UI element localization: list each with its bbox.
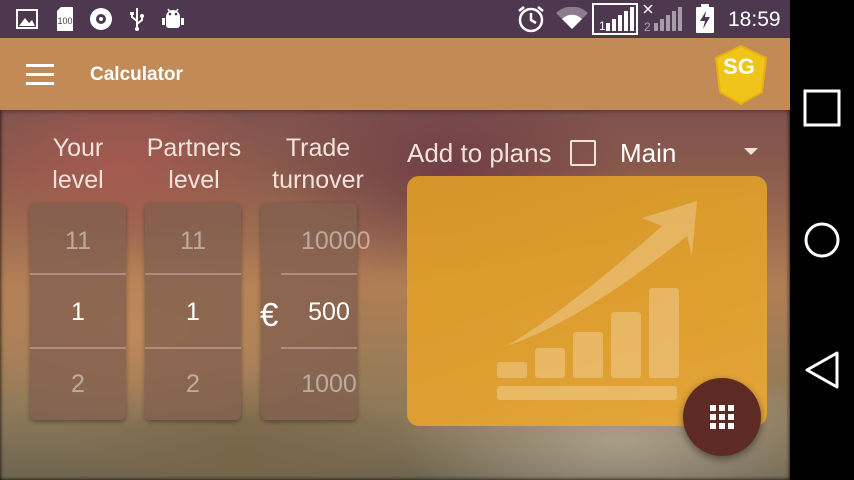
image-icon: [14, 7, 40, 31]
picker-divider: [281, 347, 357, 349]
trade-turnover-label: Trade turnover: [272, 134, 364, 194]
hamburger-icon: [26, 64, 54, 67]
partners-level-label: Partners level: [146, 134, 242, 194]
picker-prev-value[interactable]: 10000: [261, 227, 371, 256]
app-screen: 100 1 2 18:59 Calculator SG Your level P…: [0, 0, 790, 480]
storage-100-icon: 100: [52, 7, 78, 31]
plan-dropdown[interactable]: Main: [620, 138, 765, 170]
partners-level-picker[interactable]: 11 1 2: [145, 203, 241, 420]
picker-divider: [281, 273, 357, 275]
picker-selected-value[interactable]: 1: [145, 298, 241, 327]
usb-icon: [126, 7, 148, 31]
battery-charging-icon: [694, 4, 716, 34]
app-logo: SG: [714, 44, 768, 106]
sim1-signal-icon: 1: [592, 3, 638, 35]
menu-button[interactable]: [22, 60, 62, 90]
circle-icon: [804, 222, 840, 258]
status-bar: 100 1 2 18:59: [0, 0, 790, 38]
app-bar: Calculator SG: [0, 38, 790, 110]
growth-chart-icon: [497, 201, 697, 400]
android-debug-icon: [160, 7, 186, 31]
picker-divider: [30, 273, 126, 275]
dropdown-arrow-icon: [744, 148, 758, 155]
sim1-label: 1: [599, 19, 606, 33]
your-level-picker[interactable]: 11 1 2: [30, 203, 126, 420]
sim2-signal-icon: 2: [642, 3, 686, 35]
picker-selected-value[interactable]: 1: [30, 298, 126, 327]
keypad-grid-icon: [710, 405, 734, 429]
alarm-icon: [514, 6, 548, 33]
picker-next-value[interactable]: 2: [145, 370, 241, 399]
picker-divider: [30, 347, 126, 349]
home-button[interactable]: [800, 218, 844, 262]
add-to-plans-checkbox[interactable]: [570, 140, 596, 166]
system-nav-bar: [790, 0, 854, 480]
picker-next-value[interactable]: 2: [30, 370, 126, 399]
picker-prev-value[interactable]: 11: [145, 227, 241, 256]
shield-icon: [88, 7, 114, 31]
wifi-icon: [554, 7, 590, 31]
page-title: Calculator: [90, 64, 183, 85]
your-level-label: Your level: [52, 134, 104, 194]
keypad-fab-button[interactable]: [683, 378, 761, 456]
triangle-back-icon: [805, 351, 839, 389]
recent-apps-button[interactable]: [800, 86, 844, 130]
sim2-label: 2: [644, 20, 651, 34]
picker-divider: [145, 347, 241, 349]
square-icon: [803, 89, 841, 127]
plan-selected-value: Main: [620, 138, 677, 168]
storage-label: 100: [57, 16, 72, 26]
logo-text: SG: [723, 54, 755, 79]
picker-prev-value[interactable]: 11: [30, 227, 126, 256]
picker-next-value[interactable]: 1000: [261, 370, 357, 399]
currency-symbol: €: [260, 296, 279, 333]
picker-divider: [145, 273, 241, 275]
add-to-plans-label: Add to plans: [407, 138, 552, 168]
status-clock: 18:59: [728, 8, 781, 31]
back-button[interactable]: [800, 348, 844, 392]
